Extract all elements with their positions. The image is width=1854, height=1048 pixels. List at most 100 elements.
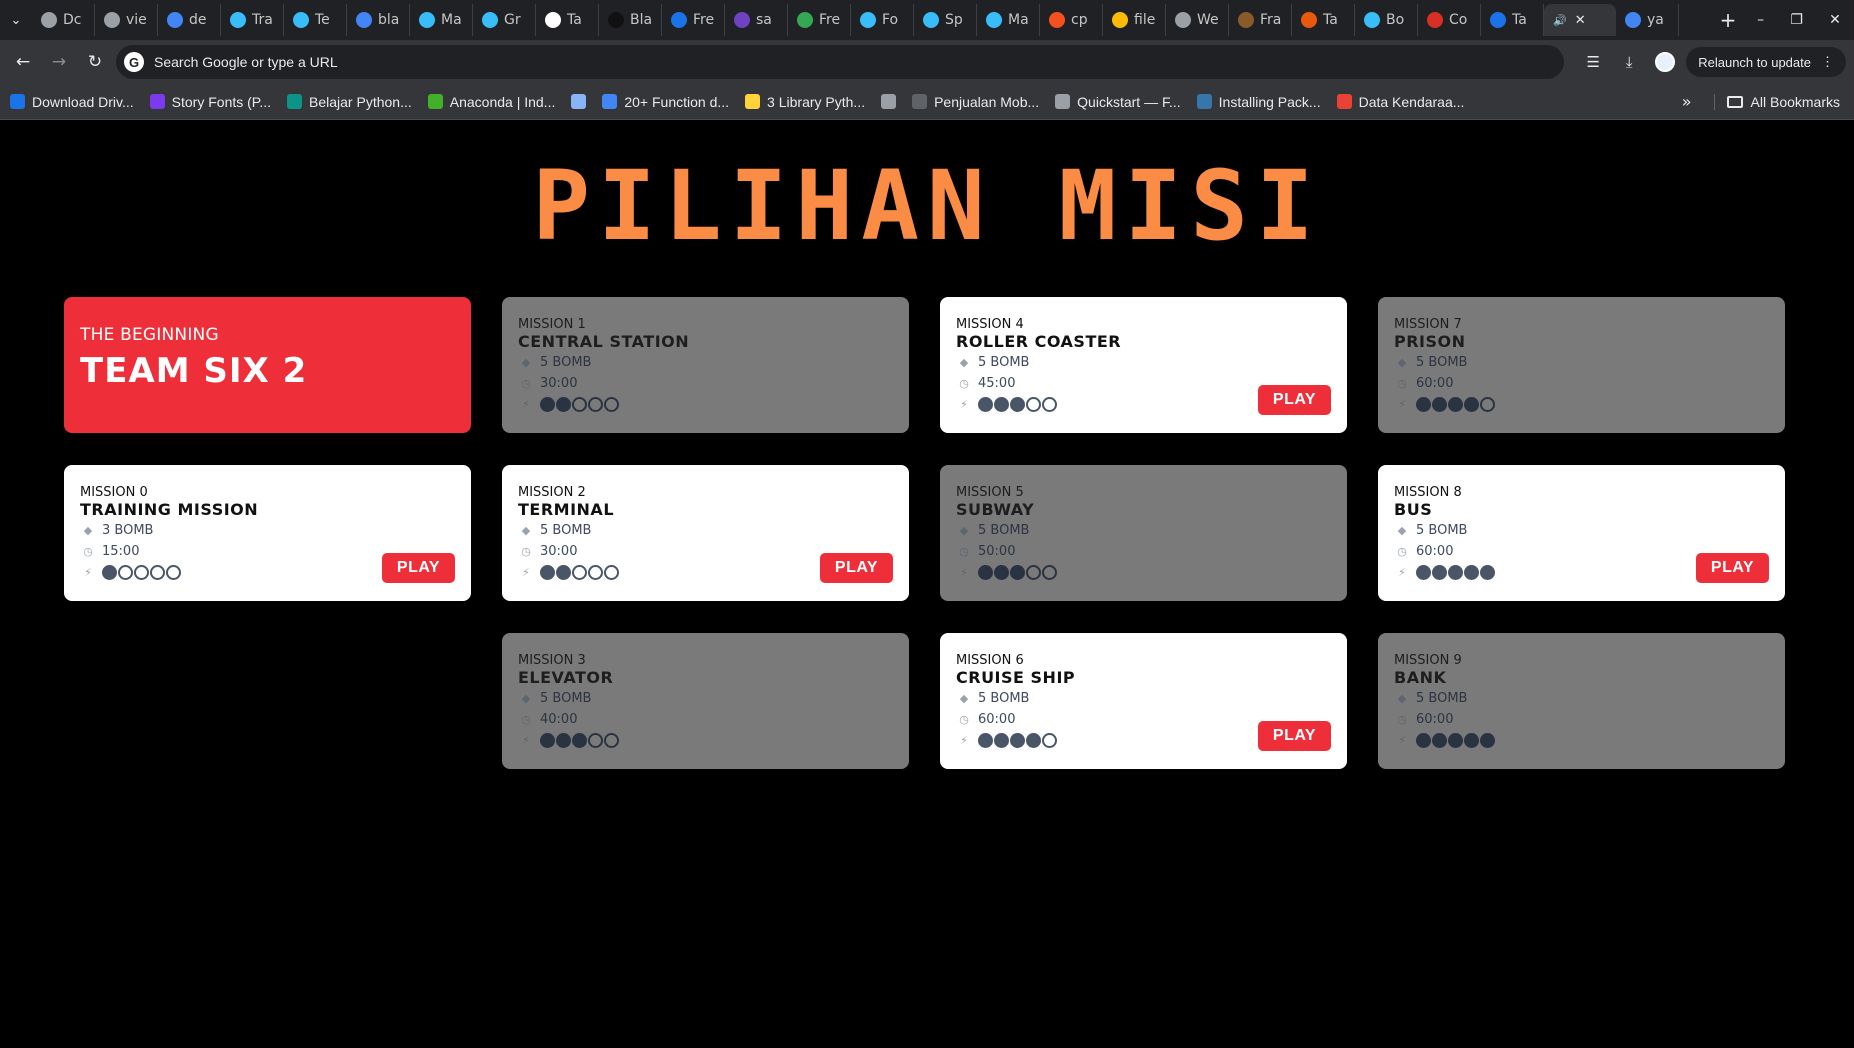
mission-name: TRAINING MISSION [80, 500, 259, 519]
browser-tab[interactable]: Dc [32, 4, 95, 36]
tab-label: Tra [252, 12, 273, 28]
browser-tab[interactable]: ya [1616, 4, 1679, 36]
mission-number: MISSION 6 [956, 653, 1024, 668]
bookmark-label: 3 Library Pyth... [767, 93, 866, 110]
back-arrow-icon[interactable]: ← [8, 47, 38, 77]
play-button[interactable]: PLAY [382, 553, 455, 583]
bookmark-item[interactable]: Penjualan Mob... [912, 94, 1039, 110]
bomb-icon: ◆ [959, 356, 969, 369]
browser-tab[interactable]: file [1103, 4, 1166, 36]
mission-name: BANK [1394, 668, 1447, 687]
browser-tab[interactable]: Fra [1229, 4, 1292, 36]
tab-favicon-icon [545, 12, 561, 28]
tab-favicon-icon [986, 12, 1002, 28]
bookmark-favicon-icon [881, 94, 897, 109]
bomb-icon: ◆ [521, 524, 531, 537]
media-queue-icon[interactable]: ☰ [1578, 47, 1608, 77]
close-tab-icon[interactable]: ✕ [1575, 13, 1586, 28]
bookmark-item[interactable] [881, 94, 897, 109]
audio-playing-icon[interactable]: 🔊 [1553, 14, 1567, 27]
bomb-icon: ◆ [521, 692, 531, 705]
folder-icon [1726, 95, 1743, 108]
difficulty-dot-filled [1464, 397, 1479, 412]
mission-card[interactable]: MISSION 4 ROLLER COASTER ◆ 5 BOMB ◷ 45:00 ⚡ PLA… [940, 297, 1347, 433]
mission-select-page: PILIHAN MISI THE BEGINNING TEAM SIX 2 MI… [0, 120, 1854, 1048]
close-window-icon[interactable]: ✕ [1829, 12, 1841, 28]
tab-favicon-icon [1175, 12, 1191, 28]
play-button[interactable]: PLAY [820, 553, 893, 583]
all-bookmarks-button[interactable]: All Bookmarks [1713, 93, 1854, 110]
browser-tab[interactable]: Fo [851, 4, 914, 36]
tab-label: Fra [1260, 12, 1282, 28]
active-browser-tab[interactable]: 🔊 ✕ [1544, 4, 1616, 36]
browser-tab[interactable]: Fre [788, 4, 851, 36]
tab-search-chevron-icon[interactable]: ⌄ [0, 4, 32, 36]
tab-favicon-icon [797, 12, 813, 28]
browser-tab[interactable]: Gr [473, 4, 536, 36]
minimize-icon[interactable]: – [1757, 12, 1764, 28]
mission-card[interactable]: MISSION 6 CRUISE SHIP ◆ 5 BOMB ◷ 60:00 ⚡ PLAY [940, 633, 1347, 769]
bookmark-item[interactable]: Data Kendaraa... [1336, 94, 1464, 110]
new-tab-button[interactable]: + [1712, 8, 1744, 32]
browser-tab[interactable]: Co [1418, 4, 1481, 36]
profile-button[interactable] [1650, 47, 1680, 77]
bookmark-item[interactable]: Anaconda | Ind... [427, 94, 555, 110]
browser-tab[interactable]: We [1166, 4, 1229, 36]
browser-tab[interactable]: Bla [599, 4, 662, 36]
browser-tab[interactable]: cp [1040, 4, 1103, 36]
play-button[interactable]: PLAY [1696, 553, 1769, 583]
browser-tab[interactable]: Te [284, 4, 347, 36]
relaunch-label: Relaunch to update [1698, 54, 1811, 70]
difficulty-dot-empty [166, 565, 181, 580]
bookmark-item[interactable]: 20+ Function d... [602, 94, 729, 110]
bookmark-item[interactable]: Belajar Python... [287, 94, 412, 110]
browser-tab[interactable]: vie [95, 4, 158, 36]
relaunch-button[interactable]: Relaunch to update ⋮ [1686, 47, 1846, 77]
difficulty-dot-empty [604, 565, 619, 580]
bookmark-item[interactable]: 3 Library Pyth... [745, 94, 865, 110]
play-button[interactable]: PLAY [1258, 385, 1331, 415]
mission-card[interactable]: MISSION 0 TRAINING MISSION ◆ 3 BOMB ◷ 15:00 ⚡ P… [64, 465, 471, 601]
bomb-count-row: ◆ 5 BOMB [1394, 688, 1769, 709]
bookmark-label: Penjualan Mob... [934, 93, 1040, 110]
browser-tab[interactable]: Sp [914, 4, 977, 36]
browser-tab[interactable]: Ma [410, 4, 473, 36]
browser-tab[interactable]: Ta [536, 4, 599, 36]
browser-tab[interactable]: Ta [1481, 4, 1544, 36]
bookmark-item[interactable]: Quickstart — F... [1055, 94, 1181, 110]
browser-tab[interactable]: sa [725, 4, 788, 36]
browser-tab[interactable]: Tra [221, 4, 284, 36]
bookmark-item[interactable]: Installing Pack... [1196, 94, 1321, 110]
restore-icon[interactable]: ❐ [1790, 12, 1803, 28]
mission-card[interactable]: MISSION 2 TERMINAL ◆ 5 BOMB ◷ 30:00 ⚡ PLAY [502, 465, 909, 601]
mission-card: MISSION 5 SUBWAY ◆ 5 BOMB ◷ 50:00 ⚡ [940, 465, 1347, 601]
time-limit-value: 60:00 [1416, 712, 1454, 727]
timer-icon: ◷ [959, 377, 969, 390]
browser-tab[interactable]: Fre [662, 4, 725, 36]
bookmark-favicon-icon [10, 94, 25, 109]
download-icon[interactable]: ⤓ [1614, 47, 1644, 77]
play-button[interactable]: PLAY [1258, 721, 1331, 751]
bomb-count-row: ◆ 5 BOMB [518, 352, 893, 373]
reload-icon[interactable]: ↻ [80, 47, 110, 77]
bomb-count-row: ◆ 5 BOMB [518, 688, 893, 709]
tab-label: de [189, 12, 207, 28]
browser-tab[interactable]: bla [347, 4, 410, 36]
tab-label: Bla [630, 12, 653, 28]
omnibox[interactable]: G Search Google or type a URL [116, 45, 1565, 79]
bookmark-item[interactable]: Story Fonts (P... [149, 94, 271, 110]
browser-tab[interactable]: Ta [1292, 4, 1355, 36]
difficulty-dot-filled [1432, 397, 1447, 412]
mission-card[interactable]: MISSION 8 BUS ◆ 5 BOMB ◷ 60:00 ⚡ PLAY [1378, 465, 1785, 601]
bomb-icon: ◆ [1397, 524, 1407, 537]
bookmark-item[interactable] [571, 94, 587, 109]
browser-tab[interactable]: de [158, 4, 221, 36]
bookmark-item[interactable]: Download Driv... [10, 94, 134, 110]
forward-arrow-icon[interactable]: → [44, 47, 74, 77]
browser-tab[interactable]: Bo [1355, 4, 1418, 36]
difficulty-dot-empty [1042, 565, 1057, 580]
browser-tab[interactable]: Ma [977, 4, 1040, 36]
bomb-count-value: 5 BOMB [1416, 355, 1468, 370]
browser-toolbar: ← → ↻ G Search Google or type a URL ☰ ⤓ … [0, 40, 1854, 84]
bookmarks-overflow-icon[interactable]: » [1676, 92, 1698, 111]
